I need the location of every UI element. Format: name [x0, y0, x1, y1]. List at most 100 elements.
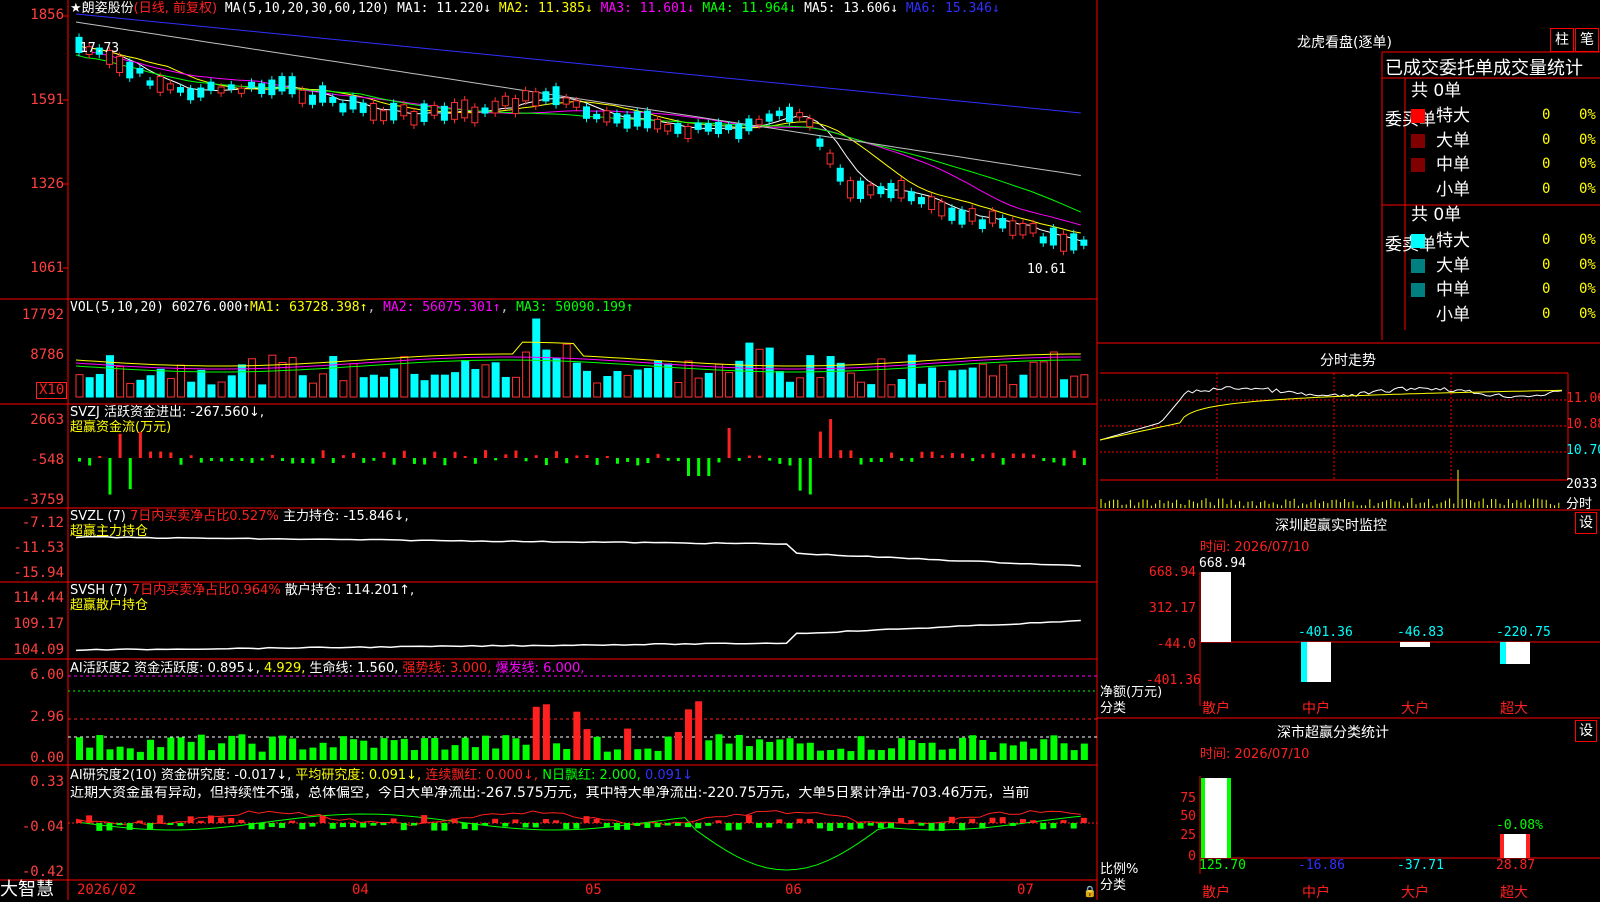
activity-bar: [624, 728, 632, 760]
flow-bar: [788, 458, 792, 466]
candle-body: [268, 79, 276, 96]
candle-body: [420, 103, 428, 122]
research-bar: [563, 823, 570, 829]
flow-bar: [829, 419, 833, 458]
flow-bar: [250, 458, 254, 463]
volume-bar: [897, 379, 906, 398]
volume-bar: [136, 379, 145, 398]
volume-bar: [826, 356, 835, 398]
candle-body: [684, 126, 692, 140]
brand-logo[interactable]: 大智慧: [0, 880, 54, 900]
volume-bar: [755, 348, 764, 398]
activity-bar: [319, 742, 327, 760]
class-settings-button[interactable]: 设: [1575, 720, 1597, 742]
research-bar: [959, 823, 966, 831]
volume-bar: [593, 382, 602, 398]
activity-bar: [1009, 745, 1017, 760]
ma3-value: MA3: 11.601↓: [600, 1, 695, 16]
research-bar: [542, 819, 549, 823]
lock-icon[interactable]: 🔒: [1083, 884, 1097, 899]
activity-bar: [1040, 739, 1048, 760]
class-category: 散户: [1202, 885, 1230, 901]
activity-bar: [695, 701, 703, 760]
svzl-axis-label: -7.12: [21, 515, 64, 531]
activity-bar: [867, 749, 875, 760]
volume-bar: [816, 377, 825, 398]
svzj-title: SVZJ 活跃资金进出: -267.560↓,: [70, 405, 265, 420]
candle-body: [846, 180, 854, 199]
activity-bar: [1030, 748, 1038, 760]
ai-research-red: 连续飘红: 0.000↓,: [425, 768, 539, 783]
chart-mode[interactable]: (日线, 前复权): [134, 1, 217, 16]
research-bar: [147, 823, 154, 829]
monitor-settings-button[interactable]: 设: [1575, 512, 1597, 534]
research-bar: [928, 823, 935, 831]
main-axis-label: 1061: [30, 260, 64, 276]
flow-bar: [402, 450, 406, 458]
research-bar: [999, 817, 1006, 823]
research-bar: [979, 823, 986, 829]
volume-bar: [735, 360, 744, 398]
volume-bar: [704, 372, 713, 398]
volume-bar: [1029, 361, 1038, 398]
activity-bar: [806, 742, 814, 760]
candle-body: [501, 95, 509, 107]
flow-bar: [737, 458, 741, 461]
row-label: 特大: [1436, 106, 1470, 126]
candle-body: [1039, 236, 1047, 244]
activity-bar: [847, 751, 855, 760]
activity-bar: [715, 734, 723, 760]
class-category: 大户: [1401, 885, 1429, 901]
candle-body: [532, 91, 540, 107]
activity-bar: [461, 737, 469, 760]
flow-bar: [961, 453, 965, 458]
chart-canvas[interactable]: [0, 0, 1600, 900]
class-axis-label: 50: [1180, 809, 1196, 824]
research-bar: [664, 823, 671, 826]
candle-body: [227, 84, 235, 90]
candle-body: [522, 90, 530, 102]
class-bar-edge: [1227, 778, 1231, 858]
research-bar: [654, 823, 661, 828]
flow-bar: [747, 455, 751, 458]
candle-body: [1019, 223, 1027, 236]
volume-bar: [461, 359, 470, 398]
stock-name[interactable]: ★朗姿股份: [70, 1, 134, 16]
candle-body: [197, 87, 205, 98]
volume-bar: [725, 372, 734, 398]
volume-bar: [522, 351, 531, 398]
activity-bar: [1080, 743, 1088, 760]
candle-body: [786, 106, 793, 123]
research-bar: [715, 820, 722, 823]
flow-bar: [900, 458, 904, 461]
research-bar: [583, 816, 590, 823]
row-percent: 0%: [1579, 281, 1596, 297]
activity-bar: [948, 748, 956, 760]
ai-active-life: 生命线: 1.560,: [309, 661, 399, 676]
flow-bar: [128, 458, 132, 490]
research-bar: [400, 823, 407, 831]
tick-mode-button[interactable]: 笔: [1575, 28, 1599, 52]
activity-bar: [400, 738, 408, 760]
research-bar: [877, 823, 884, 829]
color-swatch: [1411, 134, 1425, 148]
row-count: 0: [1542, 181, 1551, 197]
ai-research-title: AI研究度2(10) 资金研究度: -0.017↓,: [70, 768, 292, 783]
research-bar: [766, 823, 773, 828]
volume-bar: [319, 373, 328, 398]
flow-bar: [544, 458, 548, 466]
flow-bar: [281, 458, 284, 461]
svzl-title: SVZL (7): [70, 509, 126, 524]
color-swatch: [1411, 234, 1425, 248]
flow-bar: [362, 458, 366, 463]
candle-body: [430, 104, 438, 116]
activity-bar: [664, 736, 672, 760]
intraday-price-line: [1099, 386, 1563, 441]
flow-bar: [240, 458, 244, 462]
bar-mode-button[interactable]: 柱: [1550, 28, 1574, 52]
intraday-price-label: 10.70: [1566, 443, 1600, 458]
main-axis-label: 1856: [30, 7, 64, 23]
volume-bar: [928, 367, 937, 398]
candle-body: [714, 121, 722, 135]
row-count: 0: [1542, 107, 1551, 123]
